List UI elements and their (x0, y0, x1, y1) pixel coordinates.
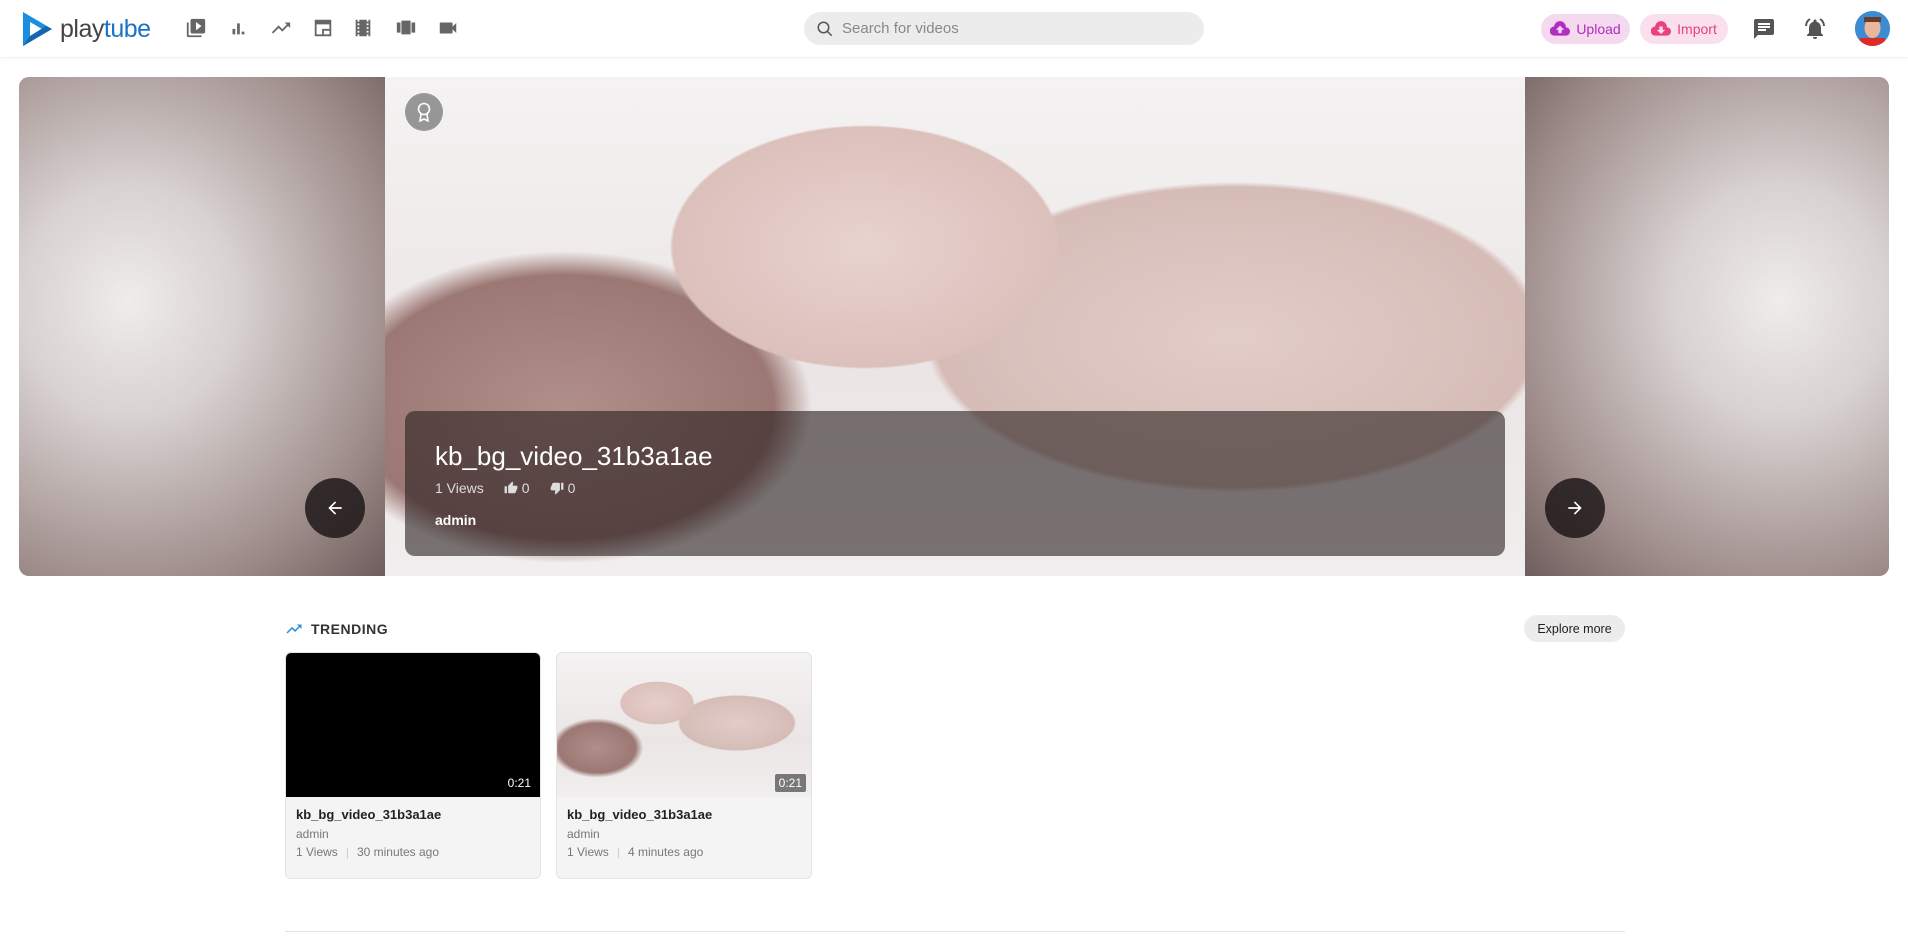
video-card[interactable]: 0:21 kb_bg_video_31b3a1ae admin 1 Views |… (556, 652, 812, 879)
video-card[interactable]: 0:21 kb_bg_video_31b3a1ae admin 1 Views |… (285, 652, 541, 879)
video-thumbnail[interactable]: 0:21 (557, 653, 811, 797)
video-owner[interactable]: admin (567, 827, 811, 841)
featured-video-info: kb_bg_video_31b3a1ae 1 Views 0 0 admin (405, 411, 1505, 556)
featured-video-slider: kb_bg_video_31b3a1ae 1 Views 0 0 admin (19, 77, 1889, 576)
section-divider (285, 931, 1625, 932)
avatar-icon (1855, 11, 1890, 46)
explore-more-button[interactable]: Explore more (1524, 615, 1625, 642)
upload-label: Upload (1576, 21, 1621, 37)
video-camera-icon[interactable] (437, 17, 459, 39)
trending-section-title: TRENDING (285, 620, 388, 638)
video-time: 30 minutes ago (356, 845, 439, 859)
video-duration: 0:21 (507, 776, 531, 790)
header: playtube Upload Import (0, 0, 1908, 57)
logo-text-tube: tube (103, 14, 151, 43)
dislike-count: 0 (567, 480, 576, 496)
trending-icon[interactable] (270, 17, 292, 39)
news-icon[interactable] (312, 17, 334, 39)
search-input[interactable] (842, 20, 1182, 37)
video-title[interactable]: kb_bg_video_31b3a1ae (296, 807, 540, 822)
next-slide-button[interactable] (1545, 478, 1605, 538)
thumbs-up-icon[interactable] (504, 481, 518, 495)
video-views: 1 Views (296, 845, 338, 859)
trending-label: TRENDING (311, 621, 389, 637)
carousel-icon[interactable] (395, 17, 417, 39)
logo[interactable]: playtube (20, 10, 151, 48)
cloud-download-icon (1651, 21, 1672, 36)
previous-slide-button[interactable] (305, 478, 365, 538)
video-duration: 0:21 (774, 774, 806, 792)
upload-button[interactable]: Upload (1541, 14, 1630, 44)
chart-icon[interactable] (227, 17, 249, 39)
thumbs-down-icon[interactable] (550, 481, 564, 495)
notification-bell-icon[interactable] (1803, 17, 1827, 41)
trending-icon (286, 624, 302, 634)
video-title[interactable]: kb_bg_video_31b3a1ae (567, 807, 811, 822)
featured-video-title[interactable]: kb_bg_video_31b3a1ae (435, 441, 1475, 472)
import-button[interactable]: Import (1640, 14, 1728, 44)
video-time: 4 minutes ago (627, 845, 704, 859)
arrow-right-icon (1568, 501, 1582, 515)
search-bar (804, 12, 1204, 45)
library-icon[interactable] (185, 17, 207, 39)
like-count: 0 (521, 480, 530, 496)
featured-video-owner[interactable]: admin (435, 512, 1475, 528)
arrow-left-icon (328, 501, 342, 515)
cloud-upload-icon (1550, 21, 1571, 36)
messages-icon[interactable] (1752, 17, 1776, 41)
logo-text-play: play (60, 14, 104, 43)
video-views: 1 Views (567, 845, 609, 859)
user-avatar[interactable] (1855, 11, 1890, 46)
play-logo-icon (23, 12, 52, 46)
film-icon[interactable] (352, 17, 374, 39)
search-icon[interactable] (816, 20, 834, 38)
video-owner[interactable]: admin (296, 827, 540, 841)
video-thumbnail[interactable]: 0:21 (286, 653, 540, 797)
award-icon (405, 93, 443, 131)
featured-video-views: 1 Views (435, 480, 484, 496)
import-label: Import (1677, 21, 1717, 37)
